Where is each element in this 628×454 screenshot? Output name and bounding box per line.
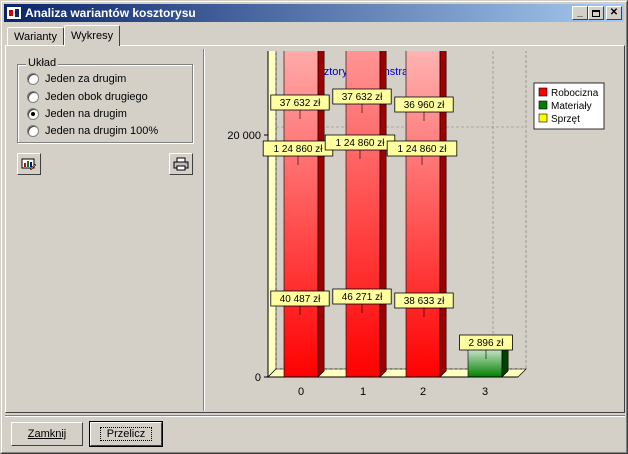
x-tick-label: 1 bbox=[360, 386, 366, 398]
radio-jeden-obok-drugiego[interactable]: Jeden obok drugiego bbox=[27, 91, 148, 103]
radio-icon bbox=[27, 73, 39, 85]
radio-label: Jeden na drugim bbox=[45, 108, 127, 120]
y-tick-label: 20 000 bbox=[227, 130, 261, 142]
layout-group-legend: Układ bbox=[26, 57, 59, 69]
close-window-label: Zamknij bbox=[27, 428, 67, 440]
data-label-materiały-2: 1 24 860 zł bbox=[398, 144, 448, 155]
window-title: Analiza wariantów kosztorysu bbox=[25, 6, 196, 20]
printer-icon bbox=[173, 157, 189, 171]
minimize-icon: _ bbox=[577, 7, 583, 18]
legend-label-materiały: Materiały bbox=[551, 101, 592, 112]
tab-label: Wykresy bbox=[71, 30, 114, 42]
radio-jeden-na-drugim[interactable]: Jeden na drugim bbox=[27, 108, 127, 120]
close-icon: ✕ bbox=[609, 7, 619, 18]
radio-icon bbox=[27, 91, 39, 103]
close-button[interactable]: ✕ bbox=[606, 6, 622, 20]
legend-swatch bbox=[538, 113, 548, 123]
radio-label: Jeden obok drugiego bbox=[45, 91, 148, 103]
tab-wykresy[interactable]: Wykresy bbox=[64, 25, 121, 46]
x-tick-label: 0 bbox=[298, 386, 304, 398]
y-tick-label: 0 bbox=[255, 372, 261, 384]
footer-divider bbox=[5, 415, 625, 417]
recalculate-button[interactable]: Przelicz bbox=[89, 421, 163, 447]
legend-label-sprzęt: Sprzęt bbox=[551, 114, 580, 125]
recalculate-label: Przelicz bbox=[99, 427, 153, 441]
app-icon bbox=[6, 6, 22, 20]
data-label-sprzęt-0: 37 632 zł bbox=[280, 98, 321, 109]
radio-jeden-za-drugim[interactable]: Jeden za drugim bbox=[27, 73, 126, 85]
cost-chart: Kosztorys demonstracyjny020 00040 00060 … bbox=[227, 51, 605, 398]
data-label-sprzęt-1: 37 632 zł bbox=[342, 92, 383, 103]
data-label-sprzęt-2: 36 960 zł bbox=[404, 100, 445, 111]
maximize-button[interactable] bbox=[588, 6, 604, 20]
legend-swatch bbox=[538, 100, 548, 110]
data-label-robocizna-0: 40 487 zł bbox=[280, 294, 321, 305]
radio-label: Jeden za drugim bbox=[45, 73, 127, 85]
chart-settings-button[interactable] bbox=[17, 153, 41, 175]
panel-separator bbox=[203, 49, 205, 411]
data-label-robocizna-2: 38 633 zł bbox=[404, 296, 445, 307]
x-tick-label: 2 bbox=[420, 386, 426, 398]
maximize-icon bbox=[592, 9, 600, 17]
print-button[interactable] bbox=[169, 153, 193, 175]
title-buttons: _ ✕ bbox=[572, 6, 622, 20]
data-label-materiały-3: 2 896 zł bbox=[468, 338, 504, 349]
tab-strip: Warianty Wykresy bbox=[7, 25, 121, 46]
chart-edit-icon bbox=[21, 158, 37, 171]
radio-jeden-na-drugim-100[interactable]: Jeden na drugim 100% bbox=[27, 125, 158, 137]
close-window-button[interactable]: Zamknij bbox=[11, 422, 83, 446]
data-label-materiały-1: 1 24 860 zł bbox=[336, 138, 386, 149]
legend-swatch bbox=[538, 87, 548, 97]
title-bar[interactable]: Analiza wariantów kosztorysu _ ✕ bbox=[4, 4, 624, 22]
legend-label-robocizna: Robocizna bbox=[551, 88, 599, 99]
tab-warianty[interactable]: Warianty bbox=[7, 27, 64, 45]
radio-icon bbox=[27, 125, 39, 137]
app-window: Analiza wariantów kosztorysu _ ✕ Wariant… bbox=[0, 0, 628, 454]
radio-checked-icon bbox=[27, 108, 39, 120]
minimize-button[interactable]: _ bbox=[572, 6, 588, 20]
data-label-robocizna-1: 46 271 zł bbox=[342, 292, 383, 303]
data-label-materiały-0: 1 24 860 zł bbox=[274, 144, 324, 155]
tab-label: Warianty bbox=[14, 30, 57, 43]
radio-label: Jeden na drugim 100% bbox=[45, 125, 159, 137]
x-tick-label: 3 bbox=[482, 386, 488, 398]
